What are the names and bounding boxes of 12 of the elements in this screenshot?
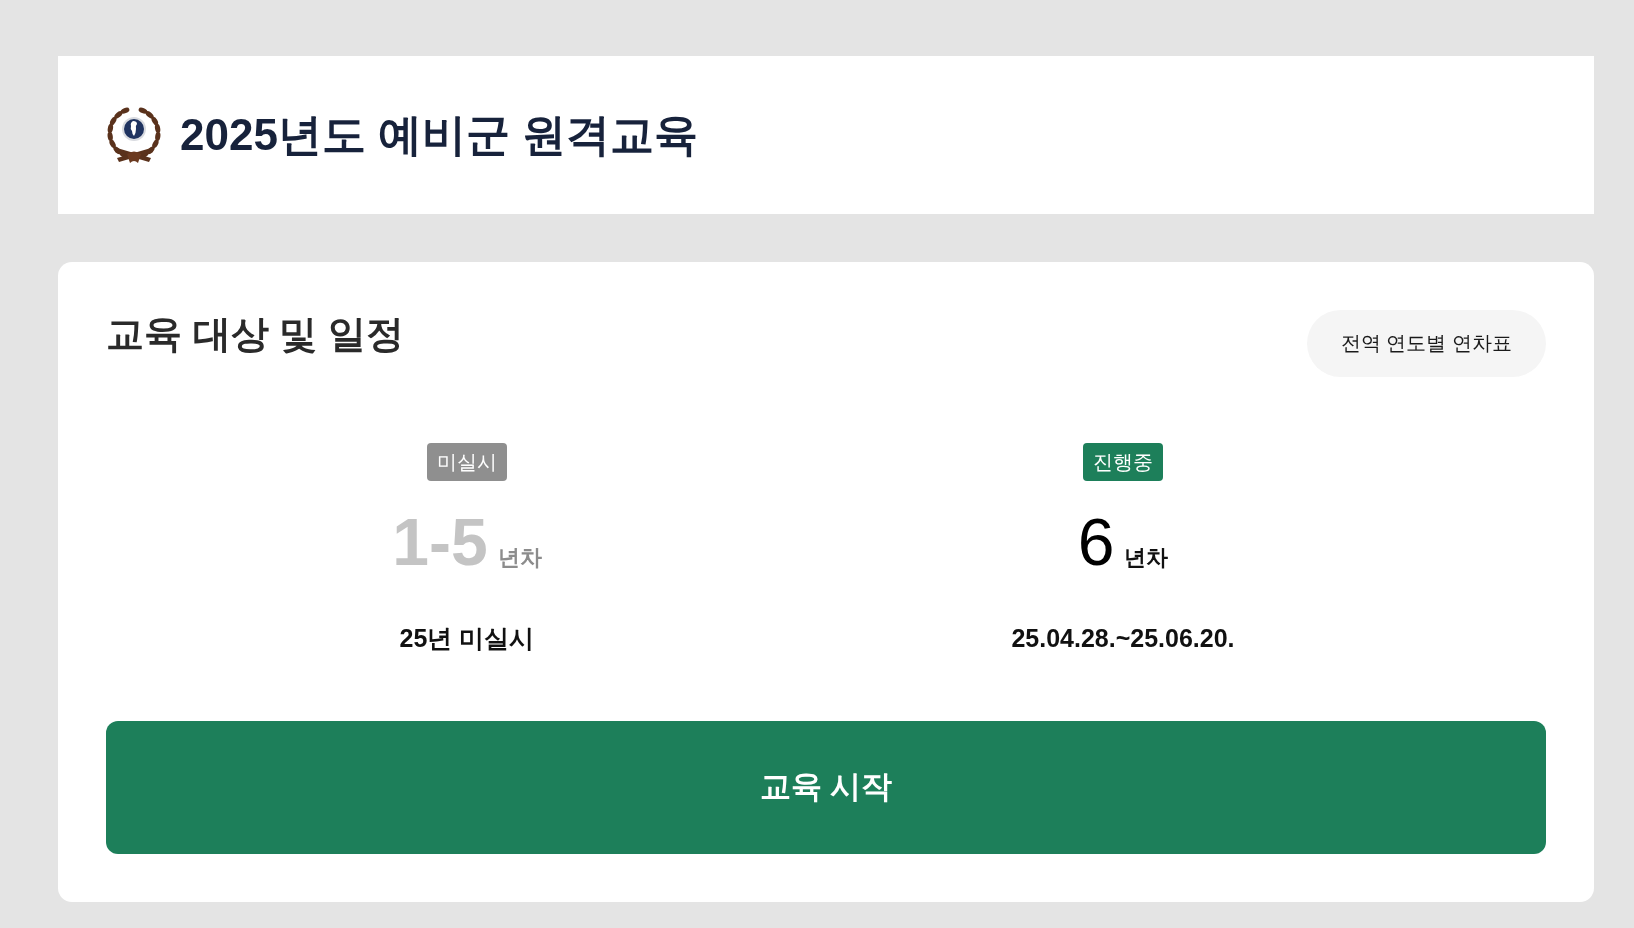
status-badge: 진행중 xyxy=(1083,443,1163,481)
start-button[interactable]: 교육 시작 xyxy=(106,720,1546,854)
period-text: 25년 미실시 xyxy=(399,623,535,654)
year-number: 1-5 xyxy=(392,509,488,575)
section-heading: 교육 대상 및 일정 xyxy=(106,312,404,357)
year-unit: 년차 xyxy=(1124,544,1169,572)
period-text: 25.04.28.~25.06.20. xyxy=(1011,623,1235,654)
status-badge: 미실시 xyxy=(427,443,507,481)
year-unit: 년차 xyxy=(497,544,542,572)
page-title: 2025년도 예비군 원격교육 xyxy=(180,108,699,161)
year-number: 6 xyxy=(1077,509,1115,575)
year-chart-button[interactable]: 전역 연도별 연차표 xyxy=(1306,310,1546,377)
